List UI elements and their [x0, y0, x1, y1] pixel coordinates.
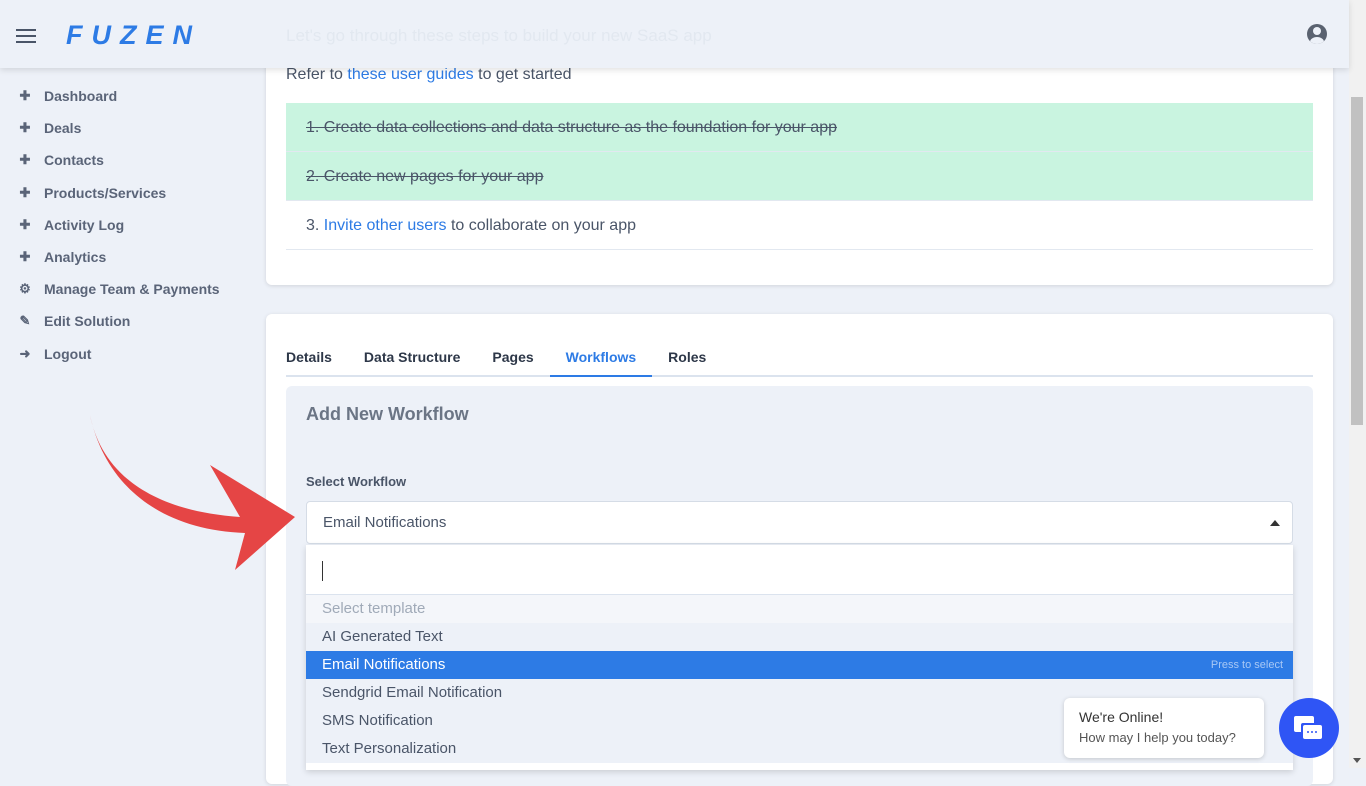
tabs: Details Data Structure Pages Workflows R… — [286, 344, 1313, 377]
intro-text: Let's go through these steps to build yo… — [286, 26, 712, 45]
panel-title: Add New Workflow — [306, 404, 469, 424]
guide-text: Refer to these user guides to get starte… — [286, 66, 572, 84]
puzzle-icon: ✚ — [19, 88, 31, 104]
chat-title: We're Online! — [1079, 709, 1164, 725]
puzzle-icon: ✚ — [19, 120, 31, 136]
sidebar-item-manage-team[interactable]: ⚙ Manage Team & Payments — [0, 273, 250, 305]
option-placeholder: Select template — [306, 595, 1293, 623]
users-cog-icon: ⚙ — [19, 281, 31, 297]
sidebar-item-analytics[interactable]: ✚ Analytics — [0, 241, 250, 273]
option-ai-generated-text[interactable]: AI Generated Text — [306, 623, 1293, 651]
sidebar-item-contacts[interactable]: ✚ Contacts — [0, 144, 250, 176]
chat-subtitle: How may I help you today? — [1079, 730, 1236, 745]
dropdown-search-input[interactable] — [306, 545, 1293, 595]
label: Deals — [44, 120, 82, 137]
sidebar-item-edit-solution[interactable]: ✎ Edit Solution — [0, 305, 250, 337]
workflow-select[interactable]: Email Notifications — [306, 501, 1293, 544]
sidebar-item-activity-log[interactable]: ✚ Activity Log — [0, 209, 250, 241]
label: Activity Log — [44, 216, 125, 233]
label: Dashboard — [44, 88, 118, 105]
sidebar-item-dashboard[interactable]: ✚ Dashboard — [0, 80, 250, 112]
sidebar-item-deals[interactable]: ✚ Deals — [0, 112, 250, 144]
tab-pages[interactable]: Pages — [476, 344, 549, 375]
label: Contacts — [44, 152, 104, 169]
tab-data-structure[interactable]: Data Structure — [348, 344, 476, 375]
caret-up-icon — [1270, 520, 1280, 526]
puzzle-icon: ✚ — [19, 184, 31, 200]
chat-button[interactable] — [1279, 698, 1339, 758]
menu-icon[interactable] — [16, 29, 36, 43]
logo[interactable]: FUZEN — [66, 20, 201, 51]
sign-out-icon: ➜ — [19, 345, 31, 361]
puzzle-icon: ✚ — [19, 249, 31, 265]
step-3: 3. Invite other users to collaborate on … — [286, 201, 1313, 250]
tab-roles[interactable]: Roles — [652, 344, 722, 375]
sidebar-item-products[interactable]: ✚ Products/Services — [0, 177, 250, 209]
tab-workflows[interactable]: Workflows — [549, 344, 653, 377]
puzzle-icon: ✚ — [19, 152, 31, 168]
chat-greeting[interactable]: We're Online! How may I help you today? — [1064, 698, 1264, 758]
user-account-icon[interactable] — [1307, 24, 1327, 44]
red-arrow-annotation — [90, 415, 295, 570]
selected-value: Email Notifications — [323, 514, 447, 531]
sidebar-item-logout[interactable]: ➜ Logout — [0, 338, 250, 370]
tab-details[interactable]: Details — [286, 344, 348, 375]
puzzle-icon: ✚ — [19, 216, 31, 232]
step-2: 2. Create new pages for your app — [286, 152, 1313, 201]
step-1: 1. Create data collections and data stru… — [286, 103, 1313, 152]
label: Manage Team & Payments — [44, 281, 220, 298]
label: Email Notifications — [322, 656, 446, 673]
label: Edit Solution — [44, 313, 131, 330]
scroll-down-icon[interactable] — [1353, 758, 1361, 763]
chat-bubbles-icon — [1294, 716, 1323, 740]
scrollbar-thumb[interactable] — [1351, 97, 1363, 425]
text: to get started — [478, 66, 572, 83]
select-workflow-label: Select Workflow — [306, 474, 407, 489]
page-scrollbar[interactable] — [1349, 0, 1366, 768]
option-email-notifications[interactable]: Email Notifications Press to select — [306, 651, 1293, 679]
invite-users-link[interactable]: Invite other users — [324, 217, 447, 234]
label: Analytics — [44, 249, 107, 266]
text: Refer to — [286, 66, 343, 83]
label: Logout — [44, 345, 92, 362]
text: 3. — [306, 217, 320, 234]
press-to-select-hint: Press to select — [1210, 659, 1283, 671]
top-header: FUZEN Let's go through these steps to bu… — [0, 0, 1349, 68]
sidebar: ✚ Dashboard ✚ Deals ✚ Contacts ✚ Products/Se… — [0, 80, 250, 370]
label: Products/Services — [44, 184, 167, 201]
text: to collaborate on your app — [450, 217, 636, 234]
pencil-icon: ✎ — [19, 313, 31, 329]
text-cursor — [322, 561, 323, 581]
user-guides-link[interactable]: these user guides — [347, 66, 473, 83]
